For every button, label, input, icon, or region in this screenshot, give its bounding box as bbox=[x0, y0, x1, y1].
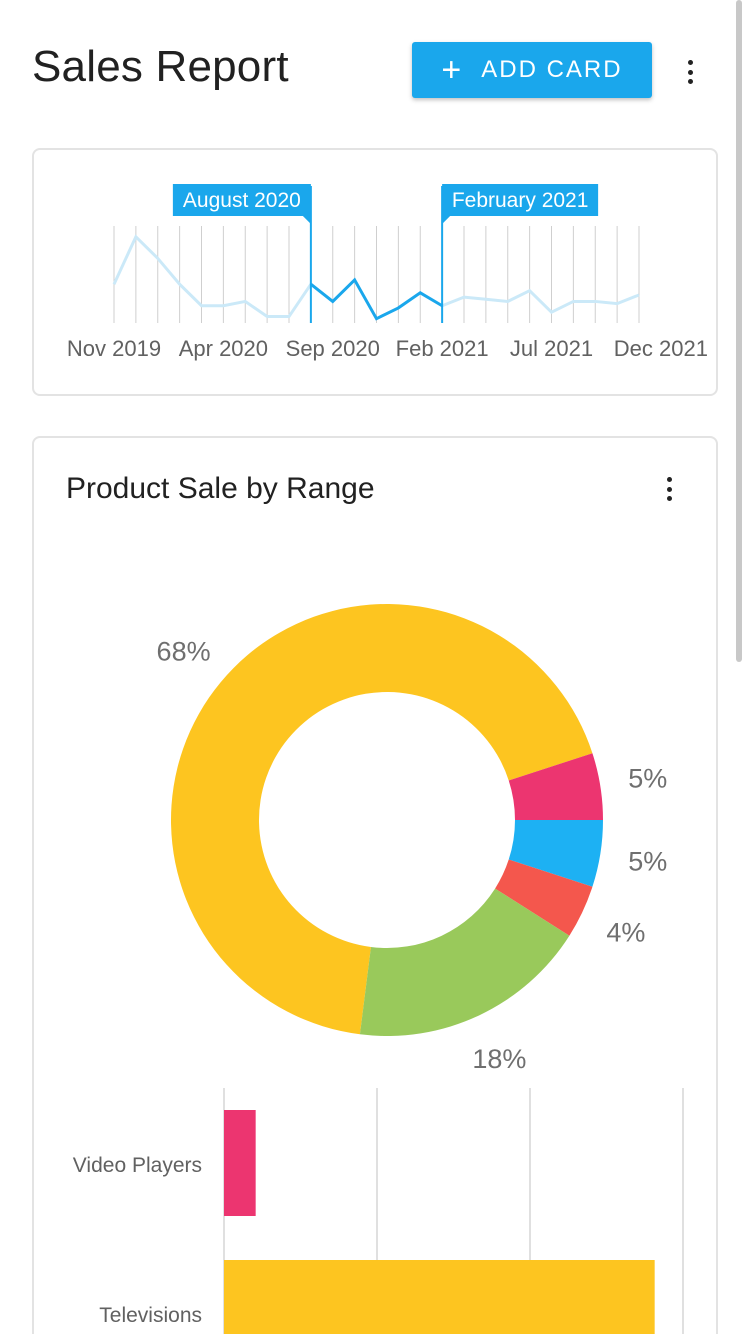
add-card-label: ADD CARD bbox=[481, 56, 623, 83]
more-vert-icon[interactable] bbox=[680, 57, 700, 87]
category-label: Video Players bbox=[73, 1154, 202, 1177]
donut-slice-label: 5% bbox=[628, 846, 667, 876]
x-tick-label: Feb 2021 bbox=[396, 336, 489, 361]
x-tick-label: Apr 2020 bbox=[179, 336, 268, 361]
range-selector-chart[interactable]: August 2020 February 2021 Nov 2019 Apr 2020… bbox=[34, 150, 716, 394]
selection-handle-pointer bbox=[302, 216, 311, 224]
app-header: Sales Report + ADD CARD bbox=[0, 0, 750, 140]
plus-icon: + bbox=[441, 51, 464, 89]
bar bbox=[224, 1110, 256, 1216]
donut-slice-label: 5% bbox=[628, 764, 667, 794]
range-selector-card: August 2020 February 2021 Nov 2019 Apr 2020… bbox=[32, 148, 718, 396]
x-tick-label: Sep 2020 bbox=[286, 336, 380, 361]
series-line-unselected bbox=[112, 234, 313, 319]
selection-label: February 2021 bbox=[452, 189, 589, 212]
card-title: Product Sale by Range bbox=[66, 472, 375, 505]
page-title: Sales Report bbox=[32, 42, 289, 91]
x-tick-label: Jul 2021 bbox=[510, 336, 593, 361]
donut-chart: 68% 5% 5% 4% 18% bbox=[157, 604, 667, 1074]
add-card-button[interactable]: + ADD CARD bbox=[412, 42, 652, 98]
x-tick-label: Nov 2019 bbox=[67, 336, 161, 361]
donut-slice-label: 18% bbox=[472, 1044, 526, 1074]
bar-chart: Video Players Televisions bbox=[73, 1088, 684, 1334]
more-vert-icon[interactable] bbox=[659, 474, 679, 504]
selection-handle-pointer bbox=[442, 216, 451, 224]
scrollbar[interactable] bbox=[736, 0, 742, 662]
x-tick-label: Dec 2021 bbox=[614, 336, 708, 361]
donut-slice-label: 68% bbox=[157, 637, 211, 667]
donut-slice-label: 4% bbox=[606, 917, 645, 947]
product-sale-card: Product Sale by Range 68% 5% 5% 4% 18% Video… bbox=[32, 436, 718, 1334]
selection-label: August 2020 bbox=[183, 189, 301, 212]
series-line-unselected bbox=[441, 288, 640, 315]
category-label: Televisions bbox=[99, 1304, 202, 1327]
bar bbox=[224, 1260, 655, 1334]
